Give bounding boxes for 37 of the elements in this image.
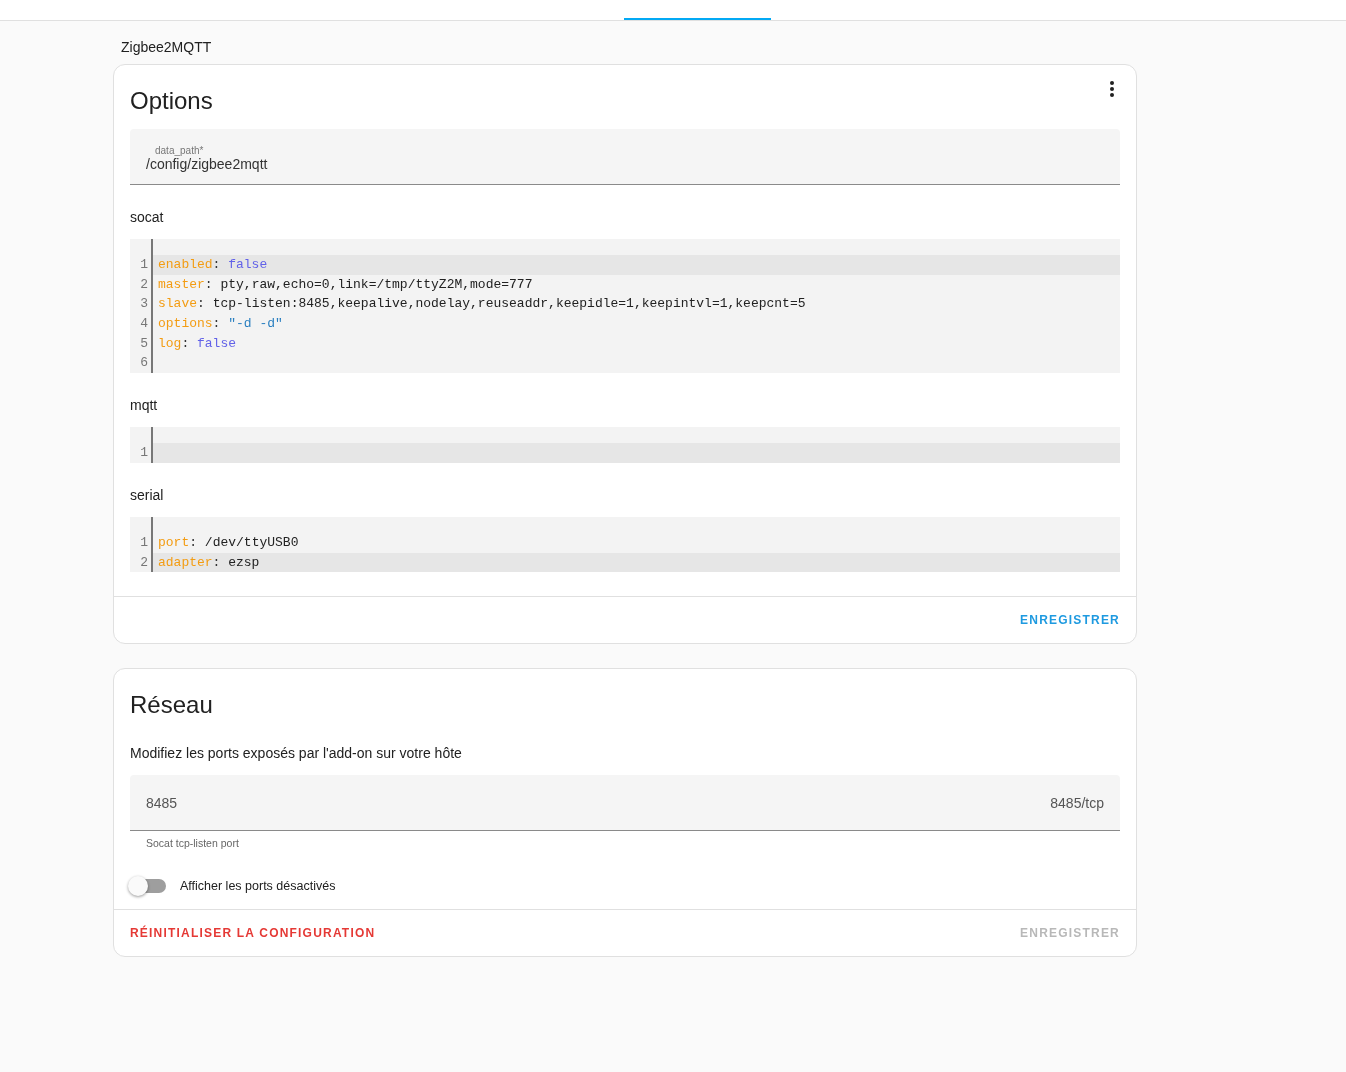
line-number: 4 bbox=[140, 315, 149, 334]
code-line: log: false bbox=[158, 334, 237, 353]
code-line: master: pty,raw,echo=0,link=/tmp/ttyZ2M,mode=777 bbox=[158, 275, 533, 294]
card-title: Options bbox=[130, 86, 213, 116]
line-number: 3 bbox=[140, 295, 149, 314]
code-editor[interactable]: 1 bbox=[130, 427, 1120, 463]
field-suffix: 8485/tcp bbox=[1050, 794, 1104, 811]
code-line: slave: tcp-listen:8485,keepalive,nodelay,reuseaddr,keepidle=1,keepintvl=1,keepcnt=5 bbox=[158, 295, 806, 314]
field-value: 8485 bbox=[146, 794, 178, 811]
card-title: Réseau bbox=[130, 690, 213, 721]
line-number: 6 bbox=[140, 354, 149, 373]
field-value: /config/zigbee2mqtt bbox=[146, 156, 268, 172]
more-menu-button[interactable] bbox=[1110, 81, 1114, 97]
reset-button[interactable]: RÉINITIALISER LA CONFIGURATION bbox=[122, 918, 384, 949]
line-number: 1 bbox=[140, 533, 149, 552]
toggle-label: Afficher les ports désactivés bbox=[180, 879, 336, 894]
section-label: serial bbox=[130, 486, 165, 503]
line-number: 5 bbox=[140, 334, 149, 353]
code-editor[interactable]: 1 2 port: /dev/ttyUSB0 adapter: ezsp bbox=[130, 516, 1120, 573]
description-text: Modifiez les ports exposés par l'add-on sur votre hôte bbox=[130, 745, 463, 762]
toggle-switch[interactable] bbox=[130, 879, 166, 894]
helper-text: Socat tcp-listen port bbox=[145, 836, 240, 850]
page-title: Zigbee2MQTT bbox=[121, 38, 213, 56]
section-label: socat bbox=[130, 209, 165, 225]
field-label: data_path* bbox=[154, 145, 204, 156]
code-editor[interactable]: 1 2 3 4 5 6 enabled: false master: pty,raw,echo=0,link=/tmp/ttyZ2M,mode=777 slave: tcp-listen:8485,keepalive,nodelay,reuseaddr,keepidle=1,keepintvl=1,keepcnt=5 options: "-d -d" log: false bbox=[130, 239, 1120, 374]
line-number: 2 bbox=[140, 553, 149, 572]
code-line: adapter: ezsp bbox=[158, 553, 260, 572]
section-label: mqtt bbox=[130, 397, 159, 414]
port-field[interactable]: 8485 8485/tcp bbox=[130, 775, 1120, 832]
line-number: 1 bbox=[140, 444, 149, 463]
code-line: port: /dev/ttyUSB0 bbox=[158, 533, 299, 552]
text-field[interactable]: data_path* /config/zigbee2mqtt bbox=[130, 129, 1120, 185]
line-number: 2 bbox=[140, 275, 149, 294]
line-number: 1 bbox=[140, 256, 149, 274]
code-line: enabled: false bbox=[158, 256, 268, 274]
code-line: options: "-d -d" bbox=[158, 315, 283, 334]
